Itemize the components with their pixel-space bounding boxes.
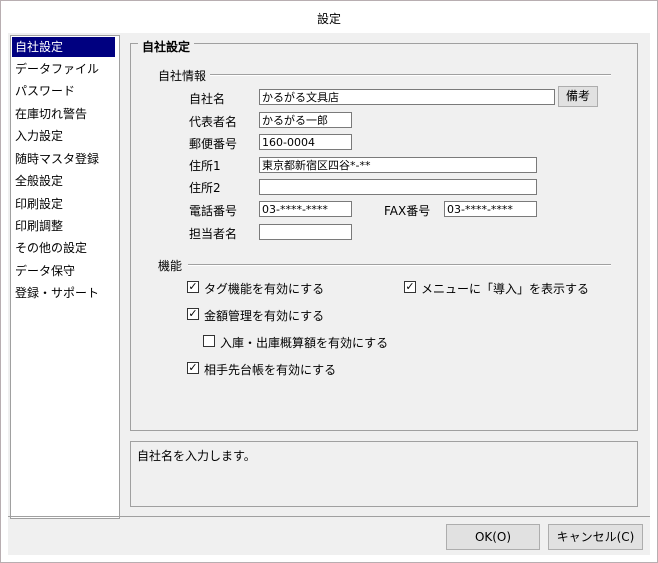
company-info-section-label: 自社情報 <box>158 67 211 84</box>
features-divider <box>188 264 611 266</box>
menu-intro-checkbox[interactable]: ✓ <box>404 281 416 293</box>
sidebar-item-input[interactable]: 入力設定 <box>12 126 115 146</box>
sidebar-item-other[interactable]: その他の設定 <box>12 238 115 258</box>
footer-divider <box>8 516 650 517</box>
postal-code-field[interactable]: 160-0004 <box>259 134 352 150</box>
features-section-label: 機能 <box>158 257 187 274</box>
contact-person-label: 担当者名 <box>189 227 238 241</box>
sidebar-item-company[interactable]: 自社設定 <box>12 37 115 57</box>
amount-management-checkbox[interactable]: ✓ <box>187 308 199 320</box>
sidebar-item-data-file[interactable]: データファイル <box>12 59 115 79</box>
partner-ledger-label: 相手先台帳を有効にする <box>204 363 337 377</box>
sidebar-item-general[interactable]: 全般設定 <box>12 171 115 191</box>
amount-management-label: 金額管理を有効にする <box>204 309 325 323</box>
settings-category-list[interactable]: 自社設定 データファイル パスワード 在庫切れ警告 入力設定 随時マスタ登録 全… <box>10 35 120 519</box>
title-bar[interactable]: 設定 <box>1 1 657 33</box>
tag-feature-checkbox[interactable]: ✓ <box>187 281 199 293</box>
sidebar-item-print-settings[interactable]: 印刷設定 <box>12 194 115 214</box>
dialog-client: 自社設定 データファイル パスワード 在庫切れ警告 入力設定 随時マスタ登録 全… <box>8 33 650 555</box>
notes-button[interactable]: 備考 <box>558 86 598 107</box>
company-name-label: 自社名 <box>189 92 226 106</box>
address1-field[interactable]: 東京都新宿区四谷*-** <box>259 157 537 173</box>
ok-button[interactable]: OK(O) <box>446 524 540 550</box>
representative-label: 代表者名 <box>189 115 238 129</box>
sidebar-item-registration[interactable]: 登録・サポート <box>12 283 115 303</box>
sidebar-item-stock-warning[interactable]: 在庫切れ警告 <box>12 104 115 124</box>
description-text: 自社名を入力します。 <box>137 449 256 463</box>
contact-person-field[interactable] <box>259 224 352 240</box>
sidebar-item-print-adjust[interactable]: 印刷調整 <box>12 216 115 236</box>
window-title: 設定 <box>316 12 341 26</box>
phone-field[interactable]: 03-****-**** <box>259 201 352 217</box>
phone-label: 電話番号 <box>189 204 238 218</box>
description-box: 自社名を入力します。 <box>130 441 638 507</box>
company-name-field[interactable]: かるがる文具店 <box>259 89 555 105</box>
address2-label: 住所2 <box>189 181 221 195</box>
sidebar-item-data-maintenance[interactable]: データ保守 <box>12 261 115 281</box>
sidebar-item-master-register[interactable]: 随時マスタ登録 <box>12 149 115 169</box>
company-info-divider <box>208 74 611 76</box>
cancel-button[interactable]: キャンセル(C) <box>548 524 643 550</box>
settings-window: 設定 自社設定 データファイル パスワード 在庫切れ警告 入力設定 随時マスタ登… <box>0 0 658 563</box>
panel-title: 自社設定 <box>138 38 195 55</box>
address1-label: 住所1 <box>189 159 221 173</box>
fax-field[interactable]: 03-****-**** <box>444 201 537 217</box>
sidebar-item-password[interactable]: パスワード <box>12 81 115 101</box>
postal-code-label: 郵便番号 <box>189 137 238 151</box>
representative-field[interactable]: かるがる一郎 <box>259 112 352 128</box>
address2-field[interactable] <box>259 179 537 195</box>
partner-ledger-checkbox[interactable]: ✓ <box>187 362 199 374</box>
inout-amount-label: 入庫・出庫概算額を有効にする <box>220 336 389 350</box>
menu-intro-label: メニューに「導入」を表示する <box>421 282 590 296</box>
inout-amount-checkbox[interactable] <box>203 335 215 347</box>
fax-label: FAX番号 <box>384 204 431 218</box>
tag-feature-label: タグ機能を有効にする <box>204 282 325 296</box>
